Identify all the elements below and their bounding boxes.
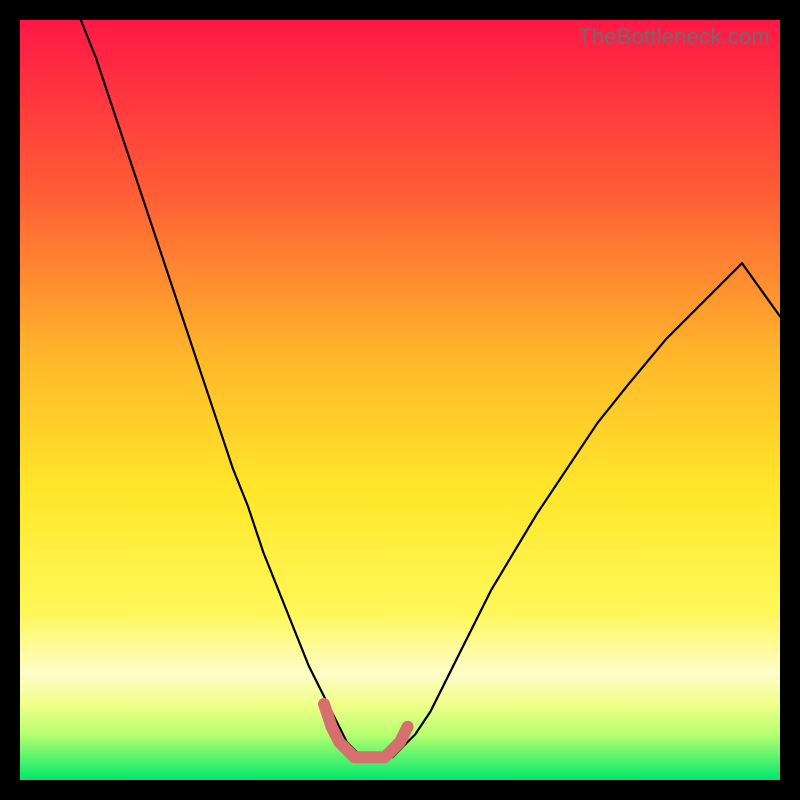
watermark-text: TheBottleneck.com: [578, 24, 770, 50]
gradient-background: [20, 20, 780, 780]
chart-frame: TheBottleneck.com: [20, 20, 780, 780]
chart-svg: [20, 20, 780, 780]
